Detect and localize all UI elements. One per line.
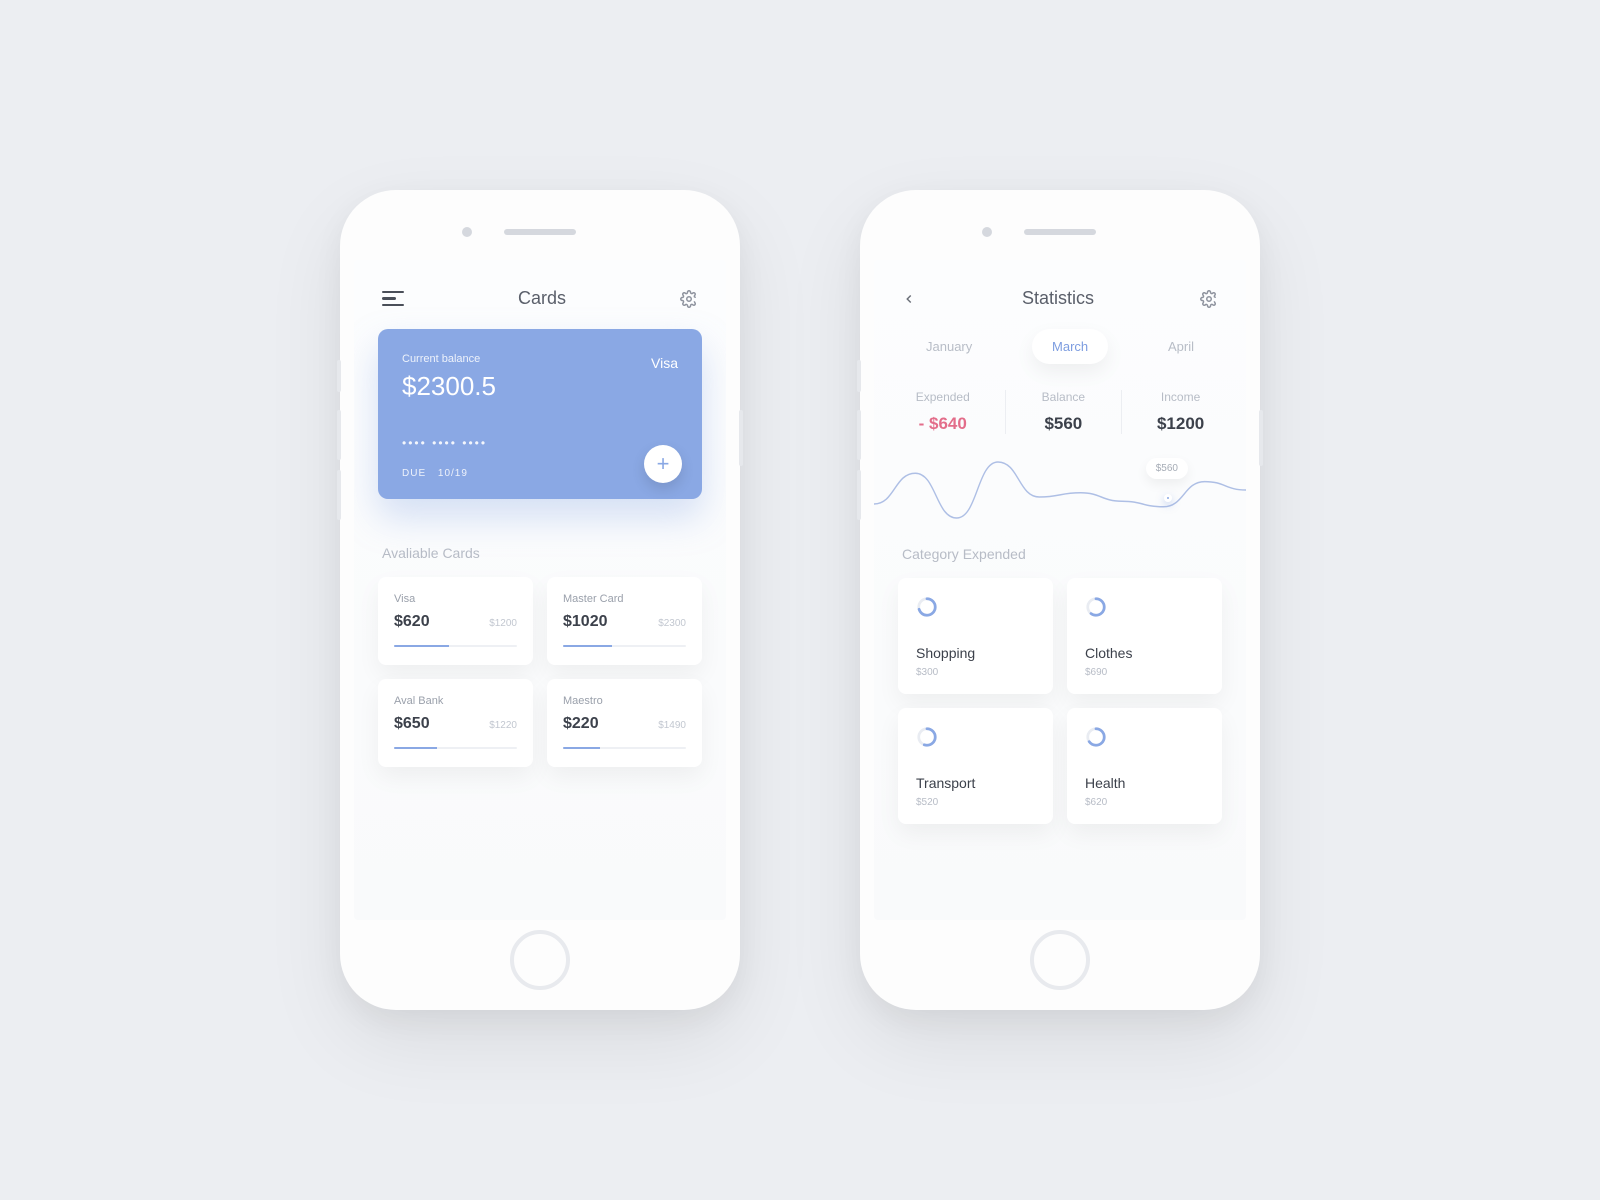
- card-name: Maestro: [563, 695, 686, 707]
- category-item[interactable]: Shopping $300: [898, 578, 1053, 694]
- month-tabs: January March April: [898, 329, 1222, 364]
- progress-ring-icon: [1085, 726, 1107, 748]
- header: Statistics: [898, 288, 1222, 329]
- phone-top: [354, 204, 726, 260]
- cards-grid: Visa $620 $1200 Master Card $1020 $2300 …: [378, 577, 702, 767]
- menu-icon[interactable]: [382, 291, 404, 307]
- progress-bar: [563, 747, 686, 749]
- tab-march[interactable]: March: [1032, 329, 1108, 364]
- add-card-button[interactable]: +: [644, 445, 682, 483]
- category-item[interactable]: Transport $520: [898, 708, 1053, 824]
- screen-statistics: Statistics January March April Expended - …: [874, 260, 1246, 920]
- card-item[interactable]: Maestro $220 $1490: [547, 679, 702, 767]
- card-limit: $1200: [489, 618, 517, 629]
- card-name: Aval Bank: [394, 695, 517, 707]
- card-name: Visa: [394, 593, 517, 605]
- balance-value: $2300.5: [402, 371, 678, 402]
- card-number-masked: •••• •••• ••••: [402, 436, 678, 450]
- card-value: $650: [394, 715, 430, 733]
- card-value: $1020: [563, 613, 608, 631]
- progress-ring-icon: [1085, 596, 1107, 618]
- category-expended-label: Category Expended: [902, 546, 1218, 562]
- balance-chart: $560: [874, 452, 1246, 524]
- card-brand: Visa: [651, 355, 678, 371]
- progress-ring-icon: [916, 726, 938, 748]
- category-name: Shopping: [916, 645, 1035, 661]
- card-value: $620: [394, 613, 430, 631]
- categories-grid: Shopping $300 Clothes $690 Transport $52…: [898, 578, 1222, 824]
- card-limit: $2300: [658, 618, 686, 629]
- card-item[interactable]: Master Card $1020 $2300: [547, 577, 702, 665]
- phone-cards: Cards Current balance $2300.5 Visa •••• …: [340, 190, 740, 1010]
- screen-cards: Cards Current balance $2300.5 Visa •••• …: [354, 260, 726, 920]
- category-name: Transport: [916, 775, 1035, 791]
- phone-statistics: Statistics January March April Expended - …: [860, 190, 1260, 1010]
- stat-balance: Balance $560: [1042, 390, 1085, 434]
- card-item[interactable]: Aval Bank $650 $1220: [378, 679, 533, 767]
- card-limit: $1490: [658, 720, 686, 731]
- category-value: $620: [1085, 797, 1204, 808]
- page-title: Cards: [518, 288, 566, 309]
- settings-icon[interactable]: [1200, 290, 1218, 308]
- stats-row: Expended - $640 Balance $560 Income $120…: [898, 390, 1222, 434]
- phone-top: [874, 204, 1246, 260]
- card-item[interactable]: Visa $620 $1200: [378, 577, 533, 665]
- progress-bar: [394, 747, 517, 749]
- category-value: $300: [916, 667, 1035, 678]
- category-item[interactable]: Clothes $690: [1067, 578, 1222, 694]
- tab-january[interactable]: January: [906, 329, 992, 364]
- balance-label: Current balance: [402, 353, 678, 365]
- chart-tooltip: $560: [1146, 458, 1188, 479]
- category-name: Clothes: [1085, 645, 1204, 661]
- category-item[interactable]: Health $620: [1067, 708, 1222, 824]
- home-button[interactable]: [510, 930, 570, 990]
- header: Cards: [378, 288, 702, 329]
- home-button[interactable]: [1030, 930, 1090, 990]
- chart-point-icon: [1164, 494, 1172, 502]
- back-icon[interactable]: [902, 292, 916, 306]
- category-value: $520: [916, 797, 1035, 808]
- card-due: DUE 10/19: [402, 468, 678, 479]
- card-limit: $1220: [489, 720, 517, 731]
- page-title: Statistics: [1022, 288, 1094, 309]
- primary-card[interactable]: Current balance $2300.5 Visa •••• •••• •…: [378, 329, 702, 499]
- category-value: $690: [1085, 667, 1204, 678]
- progress-bar: [563, 645, 686, 647]
- stat-income: Income $1200: [1157, 390, 1204, 434]
- card-name: Master Card: [563, 593, 686, 605]
- available-cards-label: Avaliable Cards: [382, 545, 698, 561]
- stat-expended: Expended - $640: [916, 390, 970, 434]
- settings-icon[interactable]: [680, 290, 698, 308]
- card-value: $220: [563, 715, 599, 733]
- progress-bar: [394, 645, 517, 647]
- progress-ring-icon: [916, 596, 938, 618]
- tab-april[interactable]: April: [1148, 329, 1214, 364]
- category-name: Health: [1085, 775, 1204, 791]
